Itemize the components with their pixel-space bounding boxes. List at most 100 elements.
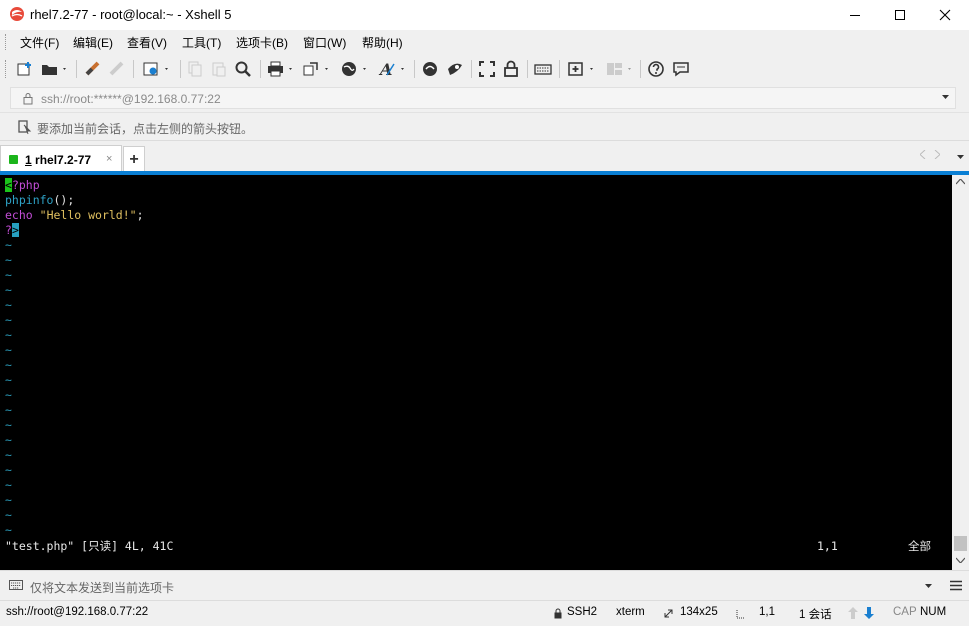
menu-window[interactable]: 窗口(W) — [303, 34, 346, 51]
status-num: NUM — [920, 606, 947, 618]
help-button[interactable] — [647, 59, 665, 79]
vim-empty-line-tilde: ~ — [5, 418, 12, 432]
scroll-thumb[interactable] — [954, 536, 967, 551]
xmanager-button[interactable] — [446, 59, 464, 79]
new-session-button[interactable] — [16, 59, 34, 79]
tab-list-chevron-down-icon[interactable] — [957, 155, 964, 160]
scroll-down-icon[interactable] — [956, 557, 965, 563]
properties-button[interactable] — [142, 59, 172, 79]
menu-tabs[interactable]: 选项卡(B) — [236, 34, 288, 51]
disconnect-icon — [109, 61, 124, 76]
copy-icon — [188, 61, 202, 77]
status-cursor: 1,1 — [759, 606, 775, 618]
xftp-button[interactable] — [421, 59, 439, 79]
status-bar: ssh://root@192.168.0.77:22 SSH2 xterm 13… — [0, 600, 969, 626]
terminal-area[interactable]: <?php phpinfo(); echo "Hello world!"; ?>… — [0, 175, 952, 570]
menu-tools[interactable]: 工具(T) — [182, 34, 221, 51]
tab-label: 1 rhel7.2-77 — [25, 153, 91, 167]
new-tab-button[interactable] — [567, 59, 597, 79]
vim-empty-line-tilde: ~ — [5, 328, 12, 342]
vim-empty-line-tilde: ~ — [5, 403, 12, 417]
globe-button[interactable] — [340, 59, 370, 79]
transfer-button[interactable] — [302, 59, 332, 79]
minimize-button[interactable] — [832, 0, 878, 30]
address-bar: ssh://root:******@192.168.0.77:22 — [0, 84, 969, 112]
add-session-arrow-icon[interactable] — [18, 119, 32, 135]
match-highlight: > — [11, 223, 19, 237]
open-button[interactable] — [40, 59, 68, 79]
tab-close-icon[interactable]: × — [106, 153, 112, 165]
vim-empty-line-tilde: ~ — [5, 433, 12, 447]
arrow-down-icon[interactable] — [864, 607, 874, 619]
tab-scroll-left-icon[interactable] — [920, 150, 926, 159]
tab-session[interactable]: 1 rhel7.2-77 × — [0, 145, 122, 173]
resize-icon — [664, 609, 673, 618]
chevron-down-icon[interactable] — [925, 584, 932, 589]
terminal-line-3: echo "Hello world!"; — [5, 208, 144, 222]
new-session-icon — [17, 62, 31, 76]
menu-icon[interactable] — [950, 580, 962, 591]
vim-status-position: 1,1 — [817, 539, 838, 553]
close-icon — [939, 9, 951, 21]
transfer-icon — [303, 62, 328, 76]
reconnect-icon — [85, 61, 100, 76]
close-button[interactable] — [922, 0, 968, 30]
menu-bar: 文件(F) 编辑(E) 查看(V) 工具(T) 选项卡(B) 窗口(W) 帮助(… — [0, 30, 969, 54]
session-hint-bar: 要添加当前会话，点击左侧的箭头按钮。 — [0, 112, 969, 140]
paste-button[interactable] — [210, 59, 228, 79]
tab-number: 1 — [25, 153, 32, 167]
layout-button[interactable] — [605, 59, 635, 79]
print-button[interactable] — [266, 59, 296, 79]
connected-status-icon — [9, 155, 18, 164]
font-icon: A — [378, 60, 404, 78]
vim-empty-line-tilde: ~ — [5, 508, 12, 522]
menu-file[interactable]: 文件(F) — [20, 34, 59, 51]
lock-button[interactable] — [502, 59, 520, 79]
find-button[interactable] — [234, 59, 252, 79]
help-icon — [648, 61, 664, 77]
fullscreen-button[interactable] — [478, 59, 496, 79]
disconnect-button[interactable] — [108, 59, 126, 79]
vim-empty-line-tilde: ~ — [5, 313, 12, 327]
menu-edit[interactable]: 编辑(E) — [73, 34, 113, 51]
vim-empty-line-tilde: ~ — [5, 283, 12, 297]
lock-icon — [504, 60, 518, 77]
reconnect-button[interactable] — [84, 59, 102, 79]
vim-empty-line-tilde: ~ — [5, 493, 12, 507]
cursor-position-icon — [736, 610, 744, 619]
title-bar: rhel7.2-77 - root@local:~ - Xshell 5 — [0, 0, 969, 30]
status-connection: ssh://root@192.168.0.77:22 — [6, 606, 149, 618]
toolbar-grip — [5, 60, 9, 78]
arrow-up-icon[interactable] — [848, 607, 858, 619]
terminal-scrollbar[interactable] — [952, 175, 969, 570]
xmanager-icon — [448, 63, 462, 75]
vim-empty-line-tilde: ~ — [5, 358, 12, 372]
menu-view[interactable]: 查看(V) — [127, 34, 167, 51]
session-hint-text: 要添加当前会话，点击左侧的箭头按钮。 — [37, 122, 254, 136]
terminal-line-1: <?php — [5, 178, 40, 192]
tab-bar: 1 rhel7.2-77 × + — [0, 140, 969, 173]
menu-help[interactable]: 帮助(H) — [362, 34, 403, 51]
keyboard-button[interactable] — [534, 59, 552, 79]
copy-button[interactable] — [186, 59, 204, 79]
new-tab-icon — [568, 62, 593, 76]
vim-empty-line-tilde: ~ — [5, 238, 12, 252]
keyboard-icon[interactable] — [9, 579, 23, 591]
menu-grip — [5, 34, 9, 50]
new-tab-plus-button[interactable]: + — [123, 146, 145, 172]
vim-empty-line-tilde: ~ — [5, 253, 12, 267]
address-field[interactable]: ssh://root:******@192.168.0.77:22 — [10, 87, 956, 109]
chevron-down-icon[interactable] — [942, 95, 949, 100]
chat-button[interactable] — [672, 59, 690, 79]
compose-input[interactable]: 仅将文本发送到当前选项卡 — [30, 579, 174, 596]
xftp-icon — [423, 62, 437, 76]
toolbar: A — [0, 54, 969, 84]
scroll-up-icon[interactable] — [956, 179, 965, 185]
status-cap: CAP — [893, 606, 917, 618]
maximize-button[interactable] — [877, 0, 923, 30]
xshell-app-icon — [10, 7, 24, 21]
compose-bar: 仅将文本发送到当前选项卡 — [0, 570, 969, 600]
font-button[interactable]: A — [378, 59, 408, 79]
tab-scroll-right-icon[interactable] — [934, 150, 940, 159]
vim-empty-line-tilde: ~ — [5, 448, 12, 462]
